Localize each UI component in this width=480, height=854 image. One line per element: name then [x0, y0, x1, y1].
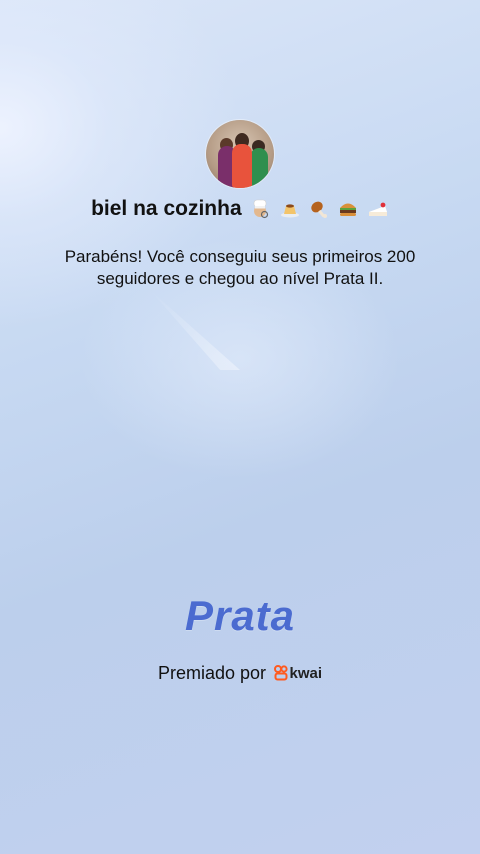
- chef-icon: [249, 198, 271, 220]
- avatar: [206, 120, 274, 188]
- awarded-by-row: Premiado por kwai: [0, 663, 480, 684]
- drumstick-icon: [308, 198, 330, 220]
- level-title: Prata: [184, 592, 296, 639]
- achievement-screen: biel na cozinha Parabéns! Você conseguiu…: [0, 0, 480, 854]
- cake-icon: [367, 198, 389, 220]
- light-ray-decoration: [150, 290, 240, 370]
- kwai-brand-text: kwai: [289, 664, 323, 682]
- burger-icon: [337, 198, 359, 220]
- kwai-logo: kwai: [274, 665, 322, 683]
- congrats-message: Parabéns! Você conseguiu seus primeiros …: [64, 247, 416, 288]
- flan-icon: [279, 198, 301, 220]
- awarded-by-label: Premiado por: [157, 663, 267, 683]
- username: biel na cozinha: [91, 197, 242, 220]
- kwai-logo-icon: [274, 665, 289, 681]
- username-row: biel na cozinha: [0, 197, 480, 227]
